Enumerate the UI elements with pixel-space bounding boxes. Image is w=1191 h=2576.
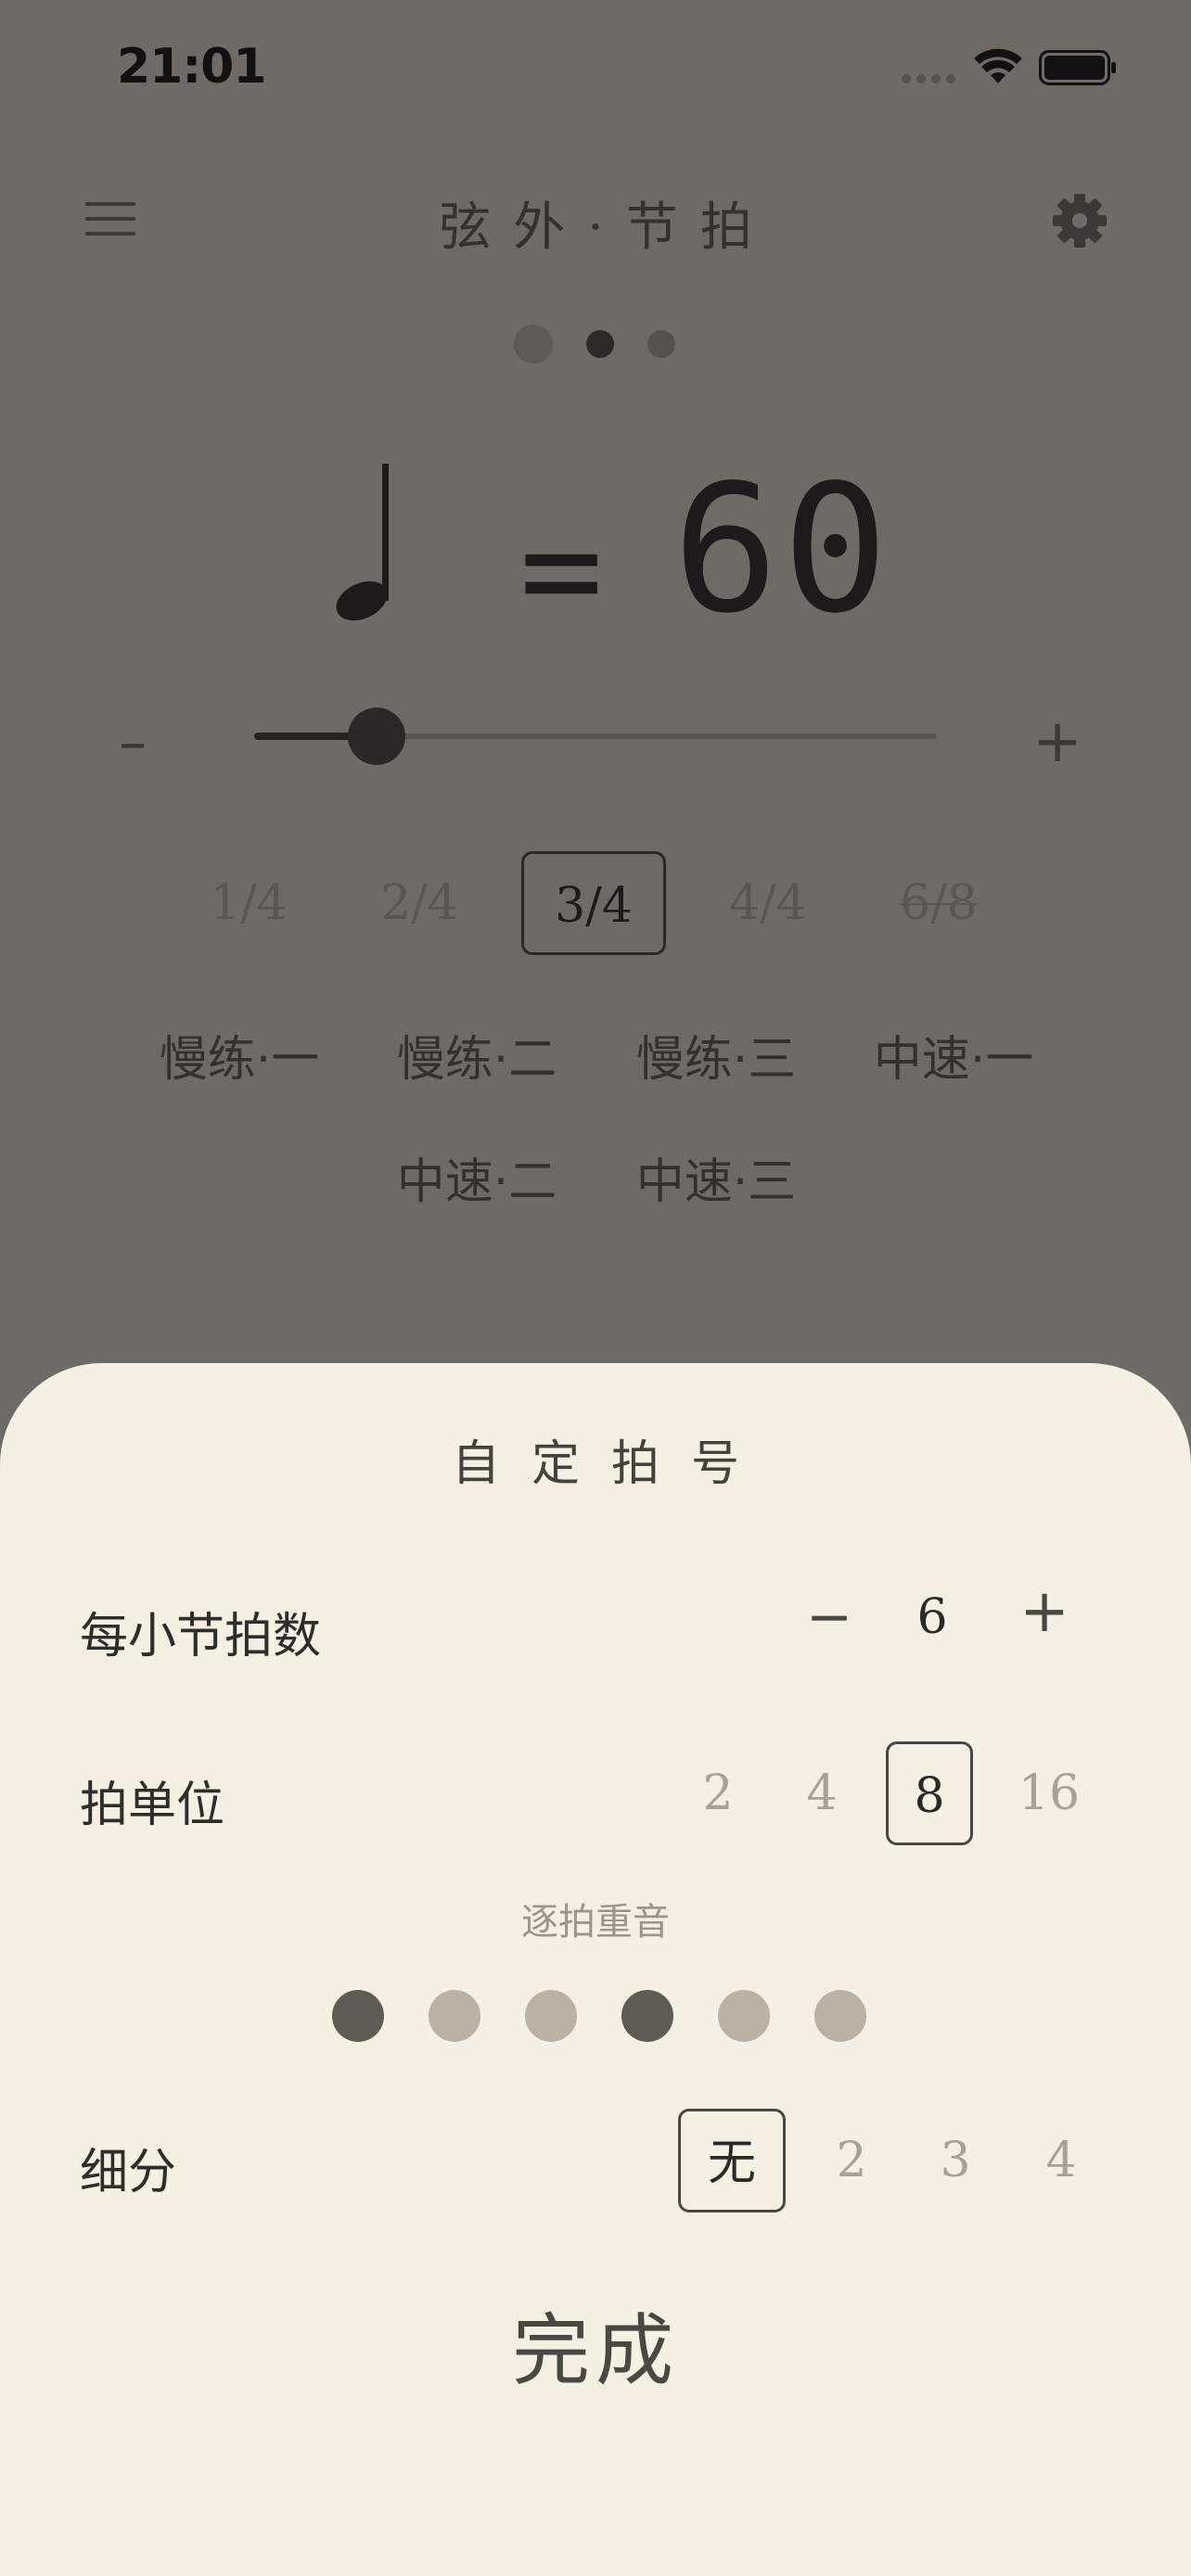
cellular-signal-icon <box>902 74 955 83</box>
beat-unit-label: 拍单位 <box>80 1778 225 1833</box>
accent-pattern <box>332 1990 866 2042</box>
time-signature-selector: 1/4 2/4 3/4 4/4 6/8 <box>0 851 1191 955</box>
sheet-title: 自定拍号 <box>451 1436 771 1492</box>
beat-unit-option-selected[interactable]: 8 <box>886 1741 973 1845</box>
accent-toggle[interactable] <box>429 1990 480 2042</box>
time-signature-option[interactable]: 6/8 <box>892 851 985 955</box>
tempo-display: = 60 <box>334 454 909 640</box>
time-signature-option-selected[interactable]: 3/4 <box>521 851 666 955</box>
done-button[interactable]: 完成 <box>456 2300 735 2402</box>
quarter-note-icon <box>336 464 389 621</box>
tempo-increase-button[interactable]: + <box>1030 712 1085 772</box>
page-indicator[interactable] <box>514 323 675 365</box>
tempo-slider[interactable] <box>254 708 937 765</box>
beat-unit-option[interactable]: 16 <box>1007 1741 1091 1845</box>
page-dot-current[interactable] <box>586 330 614 358</box>
page-dot[interactable] <box>647 330 675 358</box>
beat-unit-option[interactable]: 4 <box>785 1741 859 1845</box>
preset-button[interactable]: 中速·一 <box>842 1027 1065 1092</box>
accent-toggle[interactable] <box>814 1990 866 2042</box>
metronome-screen: 21:01 弦外·节拍 = 60 – + 1/4 2/4 3/4 4/4 6/8… <box>0 0 1191 2576</box>
beats-increase-button[interactable]: + <box>1018 1582 1070 1641</box>
subdivision-option[interactable]: 4 <box>1024 2109 1098 2213</box>
custom-time-signature-sheet: 自定拍号 每小节拍数 − 6 + 拍单位 2 4 8 16 逐拍重音 细分 无 … <box>0 1363 1191 2576</box>
battery-icon <box>1039 50 1116 85</box>
beats-per-bar-value: 6 <box>916 1589 948 1645</box>
accent-toggle[interactable] <box>525 1990 577 2042</box>
tempo-decrease-button[interactable]: – <box>108 715 158 771</box>
preset-button[interactable]: 中速·三 <box>605 1150 827 1215</box>
time-signature-option[interactable]: 1/4 <box>202 851 295 955</box>
wifi-icon <box>974 48 1022 83</box>
tempo-slider-thumb[interactable] <box>348 708 405 765</box>
bpm-value[interactable]: 60 <box>672 462 892 638</box>
preset-button[interactable]: 中速·二 <box>365 1150 588 1215</box>
app-title: 弦外·节拍 <box>439 198 775 258</box>
accent-toggle[interactable] <box>718 1990 770 2042</box>
subdivision-option-selected[interactable]: 无 <box>678 2109 786 2213</box>
beats-per-bar-label: 每小节拍数 <box>80 1609 322 1664</box>
page-dot[interactable] <box>514 325 553 363</box>
beat-unit-option[interactable]: 2 <box>681 1741 755 1845</box>
subdivision-option[interactable]: 2 <box>814 2109 889 2213</box>
subdivision-option[interactable]: 3 <box>918 2109 992 2213</box>
beats-decrease-button[interactable]: − <box>805 1589 853 1645</box>
accents-label: 逐拍重音 <box>521 1901 670 1944</box>
preset-button[interactable]: 慢练·二 <box>365 1027 588 1092</box>
preset-button[interactable]: 慢练·三 <box>605 1027 827 1092</box>
equals-sign: = <box>519 490 604 651</box>
preset-button[interactable]: 慢练·一 <box>128 1027 351 1092</box>
accent-toggle[interactable] <box>621 1990 673 2042</box>
time-signature-option[interactable]: 4/4 <box>722 851 814 955</box>
subdivision-label: 细分 <box>80 2145 177 2200</box>
gear-icon[interactable] <box>1052 193 1108 249</box>
time-signature-option[interactable]: 2/4 <box>373 851 466 955</box>
status-time: 21:01 <box>117 39 267 95</box>
accent-toggle[interactable] <box>332 1990 384 2042</box>
